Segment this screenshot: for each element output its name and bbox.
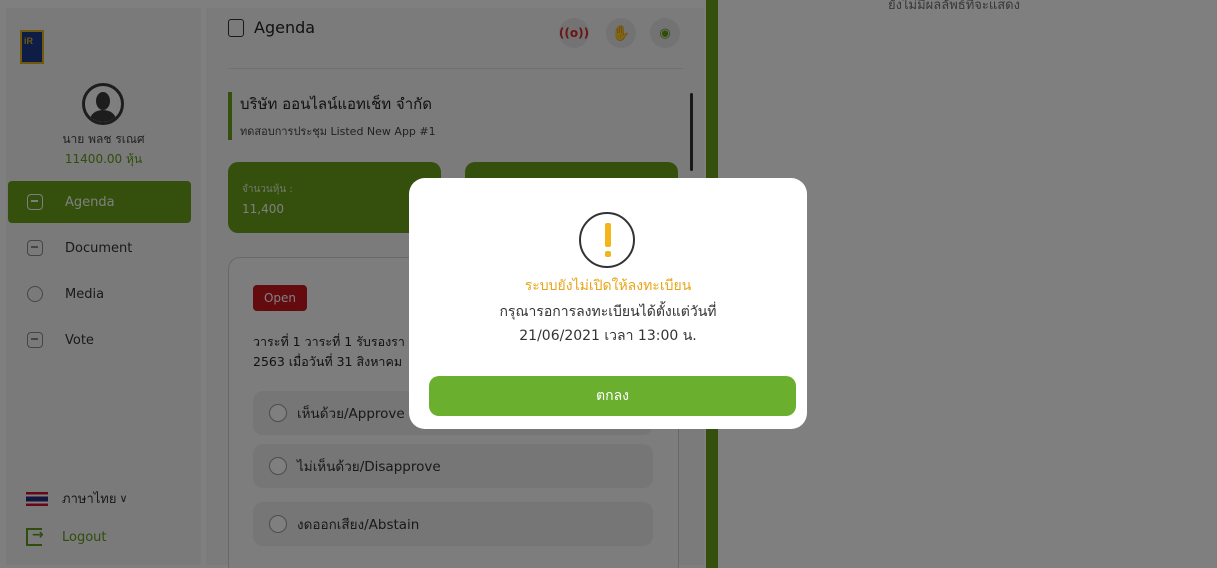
- dialog-message-date: 21/06/2021 เวลา 13:00 น.: [519, 328, 697, 344]
- ok-button[interactable]: ตกลง: [429, 376, 796, 416]
- warning-icon: [579, 212, 635, 268]
- dialog-message: กรุณารอการลงทะเบียนได้ตั้งแต่วันที่: [499, 304, 717, 320]
- dialog-title: ระบบยังไม่เปิดให้ลงทะเบียน: [524, 278, 692, 294]
- alert-dialog: ระบบยังไม่เปิดให้ลงทะเบียน กรุณารอการลงท…: [409, 178, 807, 429]
